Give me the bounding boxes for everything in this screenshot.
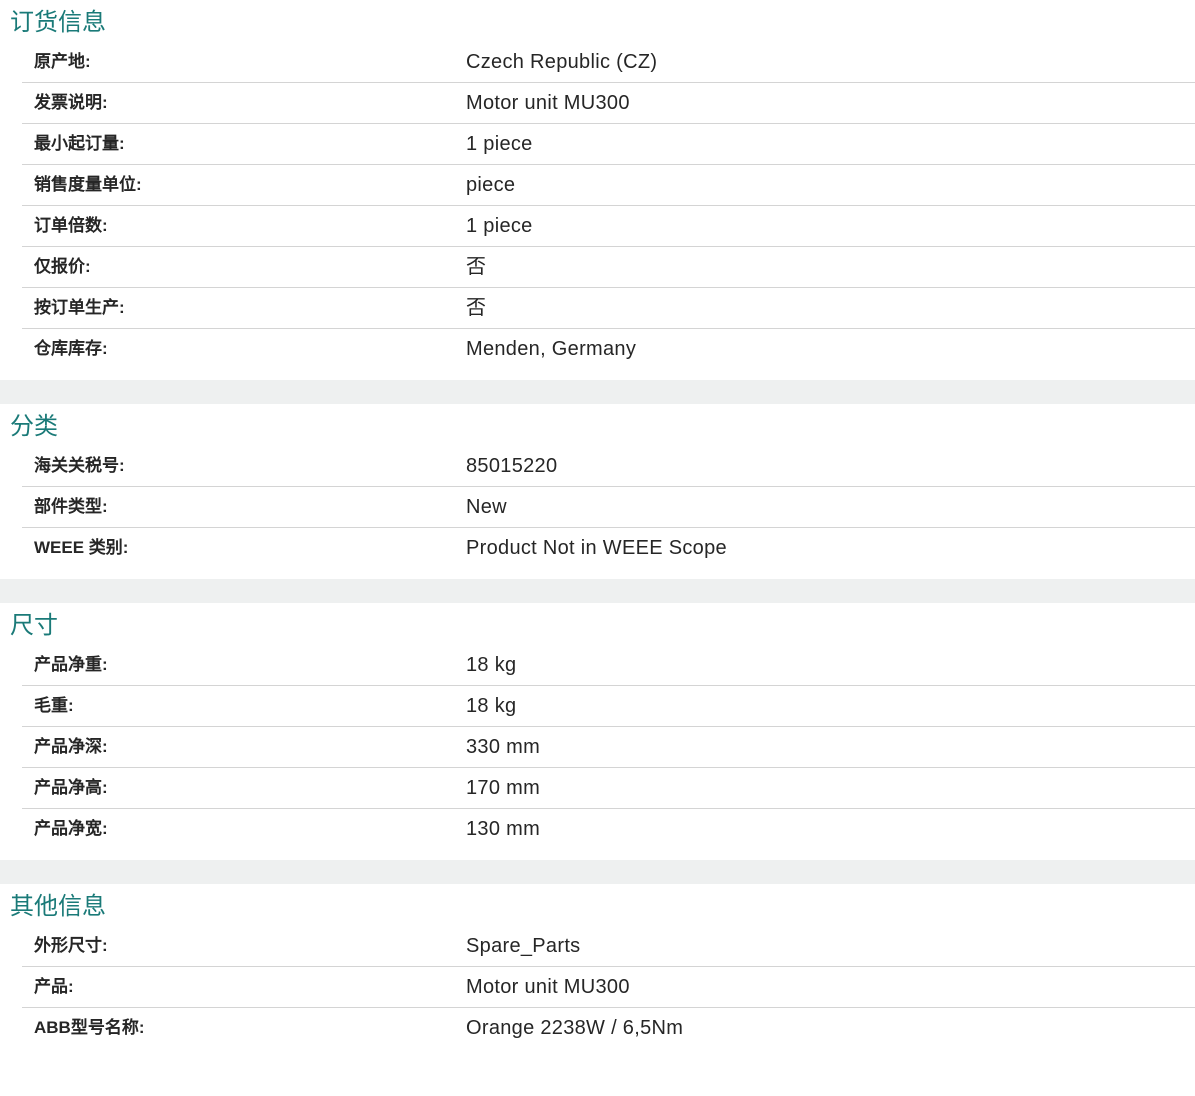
attribute-label: 订单倍数: bbox=[34, 216, 108, 235]
attribute-row-package-level: 外形尺寸: Spare_Parts bbox=[22, 926, 1195, 967]
attribute-label: 仓库库存: bbox=[34, 339, 108, 358]
section-separator bbox=[0, 860, 1195, 884]
section-other-info: 其他信息 外形尺寸: Spare_Parts 产品: Motor unit MU… bbox=[0, 884, 1195, 1059]
attribute-label: 发票说明: bbox=[34, 93, 108, 112]
section-title: 分类 bbox=[10, 413, 58, 440]
attribute-label: 原产地: bbox=[34, 52, 91, 71]
attribute-label: ABB型号名称: bbox=[34, 1018, 145, 1037]
attribute-row-selling-unit-of-measure: 销售度量单位: piece bbox=[22, 165, 1195, 206]
attribute-row-part-type: 部件类型: New bbox=[22, 487, 1195, 528]
attribute-label: 外形尺寸: bbox=[34, 936, 108, 955]
attribute-label: 海关关税号: bbox=[34, 456, 125, 475]
attribute-label: 产品净宽: bbox=[34, 819, 108, 838]
section-separator bbox=[0, 380, 1195, 404]
attribute-row-stocked-at: 仓库库存: Menden, Germany bbox=[22, 329, 1195, 369]
section-dimensions: 尺寸 产品净重: 18 kg 毛重: 18 kg 产品净深: 330 mm 产品… bbox=[0, 603, 1195, 860]
attribute-value: Menden, Germany bbox=[466, 338, 637, 360]
attribute-value: 330 mm bbox=[466, 736, 541, 758]
attribute-row-product-net-width: 产品净宽: 130 mm bbox=[22, 809, 1195, 849]
attribute-list: 海关关税号: 85015220 部件类型: New WEEE 类别: Produ… bbox=[0, 446, 1195, 579]
attribute-label: 最小起订量: bbox=[34, 134, 125, 153]
attribute-value: 130 mm bbox=[466, 818, 541, 840]
attribute-value: Motor unit MU300 bbox=[466, 976, 630, 998]
section-title: 其他信息 bbox=[10, 893, 106, 920]
attribute-value: 1 piece bbox=[466, 133, 533, 155]
attribute-label: 按订单生产: bbox=[34, 298, 125, 317]
attribute-row-product: 产品: Motor unit MU300 bbox=[22, 967, 1195, 1008]
attribute-row-customs-tariff-number: 海关关税号: 85015220 bbox=[22, 446, 1195, 487]
section-separator bbox=[0, 579, 1195, 603]
attribute-row-made-to-order: 按订单生产: 否 bbox=[22, 288, 1195, 329]
attribute-value: Czech Republic (CZ) bbox=[466, 51, 658, 73]
attribute-value: 否 bbox=[466, 256, 487, 278]
attribute-value: piece bbox=[466, 174, 516, 196]
attribute-value: 170 mm bbox=[466, 777, 541, 799]
attribute-row-minimum-order-quantity: 最小起订量: 1 piece bbox=[22, 124, 1195, 165]
attribute-label: 产品净重: bbox=[34, 655, 108, 674]
attribute-list: 外形尺寸: Spare_Parts 产品: Motor unit MU300 A… bbox=[0, 926, 1195, 1059]
product-details: 订货信息 原产地: Czech Republic (CZ) 发票说明: Moto… bbox=[0, 0, 1195, 1059]
attribute-row-product-net-weight: 产品净重: 18 kg bbox=[22, 645, 1195, 686]
attribute-label: 产品: bbox=[34, 977, 74, 996]
attribute-row-quote-only: 仅报价: 否 bbox=[22, 247, 1195, 288]
attribute-list: 产品净重: 18 kg 毛重: 18 kg 产品净深: 330 mm 产品净高:… bbox=[0, 645, 1195, 860]
attribute-label: 销售度量单位: bbox=[34, 175, 142, 194]
section-ordering-info: 订货信息 原产地: Czech Republic (CZ) 发票说明: Moto… bbox=[0, 0, 1195, 380]
attribute-row-weee-category: WEEE 类别: Product Not in WEEE Scope bbox=[22, 528, 1195, 568]
attribute-label: 产品净深: bbox=[34, 737, 108, 756]
attribute-value: 1 piece bbox=[466, 215, 533, 237]
attribute-row-product-net-height: 产品净高: 170 mm bbox=[22, 768, 1195, 809]
attribute-value: Orange 2238W / 6,5Nm bbox=[466, 1017, 684, 1039]
section-title: 尺寸 bbox=[10, 612, 58, 639]
attribute-label: 产品净高: bbox=[34, 778, 108, 797]
attribute-row-invoice-description: 发票说明: Motor unit MU300 bbox=[22, 83, 1195, 124]
attribute-value: Motor unit MU300 bbox=[466, 92, 630, 114]
section-title: 订货信息 bbox=[10, 9, 106, 36]
attribute-label: 仅报价: bbox=[34, 257, 91, 276]
section-classification: 分类 海关关税号: 85015220 部件类型: New WEEE 类别: Pr… bbox=[0, 404, 1195, 579]
attribute-value: 否 bbox=[466, 297, 487, 319]
attribute-value: Spare_Parts bbox=[466, 935, 581, 957]
attribute-row-order-multiple: 订单倍数: 1 piece bbox=[22, 206, 1195, 247]
attribute-value: 18 kg bbox=[466, 654, 517, 676]
attribute-value: 18 kg bbox=[466, 695, 517, 717]
attribute-label: 毛重: bbox=[34, 696, 74, 715]
attribute-value: Product Not in WEEE Scope bbox=[466, 537, 727, 559]
attribute-row-country-of-origin: 原产地: Czech Republic (CZ) bbox=[22, 42, 1195, 83]
attribute-row-gross-weight: 毛重: 18 kg bbox=[22, 686, 1195, 727]
attribute-row-abb-type-designation: ABB型号名称: Orange 2238W / 6,5Nm bbox=[22, 1008, 1195, 1048]
attribute-label: WEEE 类别: bbox=[34, 538, 129, 557]
attribute-value: 85015220 bbox=[466, 455, 558, 477]
attribute-value: New bbox=[466, 496, 507, 518]
attribute-label: 部件类型: bbox=[34, 497, 108, 516]
attribute-list: 原产地: Czech Republic (CZ) 发票说明: Motor uni… bbox=[0, 42, 1195, 380]
attribute-row-product-net-depth: 产品净深: 330 mm bbox=[22, 727, 1195, 768]
